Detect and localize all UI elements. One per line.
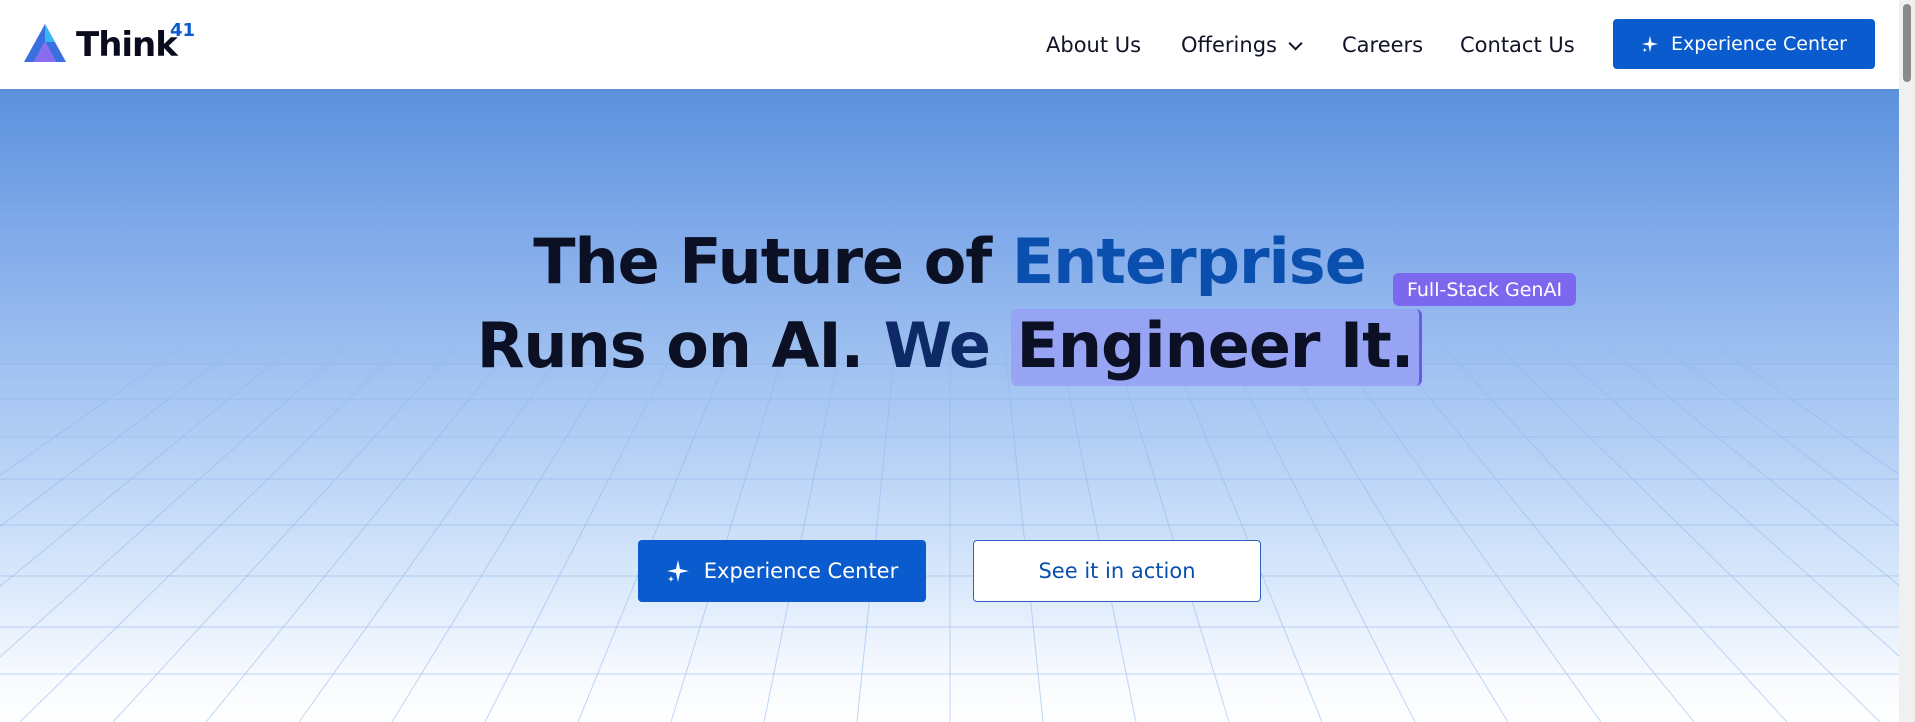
nav-contact-us[interactable]: Contact Us — [1460, 33, 1575, 57]
sparkle-icon — [666, 560, 689, 582]
headline-text: The Future of — [533, 225, 1012, 298]
headline-highlight: Engineer It. — [1010, 309, 1423, 386]
headline-we: We — [883, 309, 1011, 382]
scrollbar-thumb[interactable] — [1903, 4, 1911, 82]
sparkle-icon — [1641, 35, 1659, 53]
hero-headline-line2: Runs on AI. We Engineer It. — [0, 309, 1899, 386]
nav-offerings-label: Offerings — [1181, 33, 1277, 57]
perspective-grid — [0, 348, 1899, 722]
button-label: Experience Center — [1671, 33, 1847, 55]
see-it-in-action-button[interactable]: See it in action — [973, 540, 1261, 602]
nav-offerings[interactable]: Offerings — [1181, 33, 1303, 57]
chevron-down-icon — [1288, 36, 1303, 51]
hero-headline-line1: The Future of Enterprise — [0, 225, 1899, 298]
logo-superscript: 41 — [170, 20, 196, 41]
nav-about-us[interactable]: About Us — [1046, 33, 1141, 57]
scrollbar[interactable] — [1899, 0, 1915, 722]
button-label: See it in action — [1038, 559, 1196, 583]
hero-section: The Future of Enterprise Runs on AI. We … — [0, 89, 1899, 722]
think41-logo-icon — [24, 24, 66, 62]
button-label: Experience Center — [703, 559, 899, 583]
headline-accent: Enterprise — [1011, 225, 1367, 298]
headline-text: Runs on AI. — [476, 309, 884, 382]
logo[interactable]: Think 41 — [22, 20, 195, 65]
logo-wordmark: Think — [76, 25, 178, 65]
header-experience-center-button[interactable]: Experience Center — [1613, 19, 1875, 69]
site-header: Think 41 About Us Offerings Careers Cont… — [0, 0, 1899, 89]
hero-experience-center-button[interactable]: Experience Center — [638, 540, 926, 602]
fullstack-genai-tag: Full-Stack GenAI — [1393, 273, 1577, 306]
nav-careers[interactable]: Careers — [1342, 33, 1423, 57]
